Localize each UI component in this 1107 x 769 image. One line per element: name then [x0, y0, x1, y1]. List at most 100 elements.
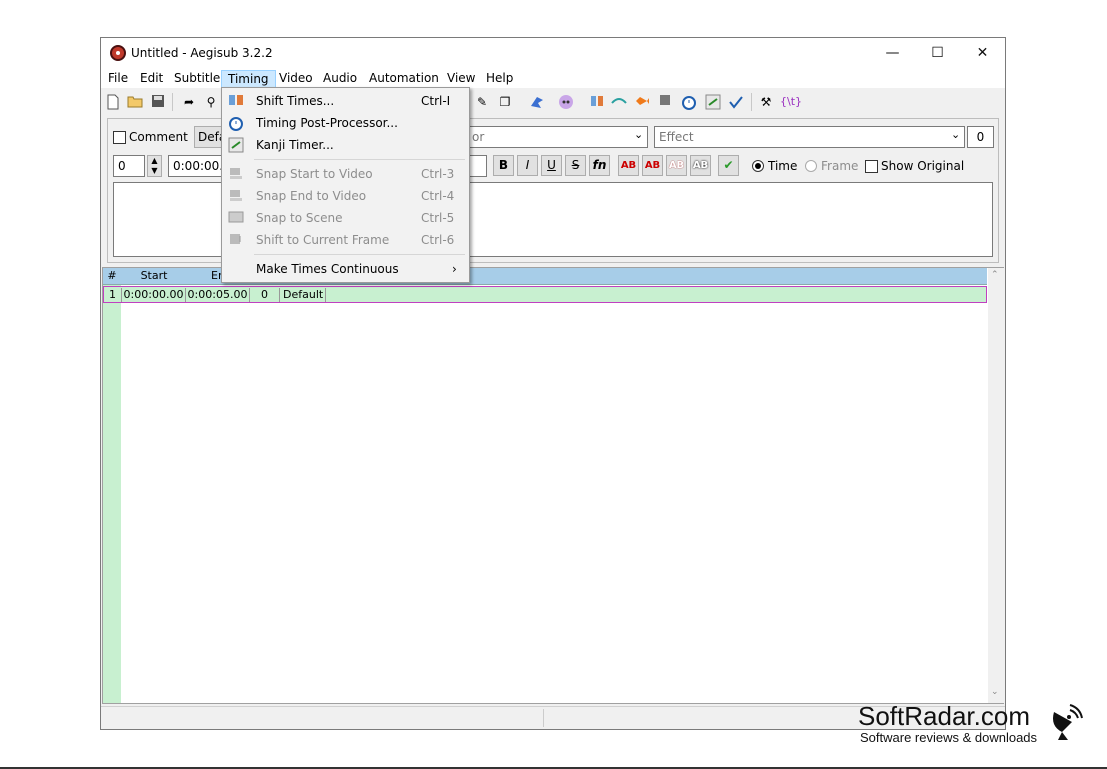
shadow-color-button[interactable]: AB: [690, 155, 711, 176]
scroll-down-icon[interactable]: ⌄: [991, 687, 999, 697]
menu-snap-to-scene[interactable]: Snap to Scene Ctrl-5: [224, 207, 467, 229]
jump-icon[interactable]: ➦: [181, 94, 197, 110]
comment-label: Comment: [129, 130, 188, 144]
menu-shift-times[interactable]: Shift Times... Ctrl-I: [224, 90, 467, 112]
underline-button[interactable]: U: [541, 155, 562, 176]
menu-view[interactable]: View: [441, 70, 481, 88]
menu-shortcut: Ctrl-I: [421, 94, 451, 108]
zoom-icon[interactable]: ⚲: [203, 94, 219, 110]
menu-timing-post-processor[interactable]: Timing Post-Processor...: [224, 112, 467, 134]
table-row[interactable]: 1 0:00:00.00 0:00:05.00 0 Default: [103, 286, 987, 303]
kanji-icon[interactable]: [705, 94, 721, 110]
shift-times-icon: [228, 93, 244, 109]
menu-make-times-continuous[interactable]: Make Times Continuous ›: [224, 258, 467, 280]
menu-label: Kanji Timer...: [256, 138, 334, 152]
save-icon[interactable]: [150, 94, 166, 110]
effect-field[interactable]: Effect: [654, 126, 965, 148]
duration-field[interactable]: [467, 155, 487, 177]
layer-field[interactable]: 0: [113, 155, 145, 177]
anime-face-icon[interactable]: [558, 94, 574, 110]
menu-shortcut: Ctrl-6: [421, 233, 455, 247]
menu-label: Make Times Continuous: [256, 262, 399, 276]
tag-icon[interactable]: {\t}: [780, 94, 802, 110]
commit-check-icon[interactable]: ✔: [718, 155, 739, 176]
bird-icon[interactable]: [529, 94, 545, 110]
frame-label: Frame: [821, 159, 859, 173]
snap-start-icon: [228, 166, 244, 182]
close-button[interactable]: ✕: [960, 38, 1005, 68]
row-start-time: 0:00:00.00: [122, 288, 186, 302]
frame-radio[interactable]: [805, 160, 817, 172]
menu-bar: File Edit Subtitle Timing Video Audio Au…: [101, 68, 1005, 88]
menu-snap-start-to-video[interactable]: Snap Start to Video Ctrl-3: [224, 163, 467, 185]
menu-separator: [254, 254, 465, 255]
menu-separator: [254, 159, 465, 160]
shift-icon[interactable]: [611, 94, 627, 110]
row-number: 1: [104, 288, 122, 302]
strikeout-button[interactable]: S: [565, 155, 586, 176]
menu-help[interactable]: Help: [480, 70, 519, 88]
show-original-checkbox[interactable]: [865, 160, 878, 173]
bold-button[interactable]: B: [493, 155, 514, 176]
menu-edit[interactable]: Edit: [134, 70, 169, 88]
tools-icon[interactable]: ⚒: [758, 94, 774, 110]
menu-subtitle[interactable]: Subtitle: [168, 70, 226, 88]
margin-field[interactable]: 0: [967, 126, 994, 148]
menu-timing[interactable]: Timing: [221, 70, 276, 88]
menu-kanji-timer[interactable]: Kanji Timer...: [224, 134, 467, 156]
timer-icon[interactable]: [681, 94, 697, 110]
start-time-field[interactable]: 0:00:00.00: [168, 155, 224, 177]
layer-spinner[interactable]: ▲ ▼: [147, 155, 162, 177]
shift-frame-icon: [228, 232, 244, 248]
chevron-down-icon[interactable]: ⌄: [634, 128, 643, 141]
snap-scene-icon: [228, 210, 244, 226]
menu-shortcut: Ctrl-5: [421, 211, 455, 225]
menu-label: Timing Post-Processor...: [256, 116, 398, 130]
grid-row-gutter: [103, 285, 121, 703]
toolbar-separator: [751, 93, 752, 111]
show-original-label: Show Original: [881, 159, 965, 173]
row-layer: 0: [250, 288, 280, 302]
comment-checkbox[interactable]: [113, 131, 126, 144]
watermark-title: SoftRadar.com: [858, 701, 1030, 731]
grid-header-number: #: [107, 269, 117, 282]
minimize-button[interactable]: —: [870, 38, 915, 68]
chevron-down-icon[interactable]: ⌄: [951, 128, 960, 141]
split-icon[interactable]: [589, 94, 605, 110]
fish-icon[interactable]: [634, 94, 650, 110]
row-style: Default: [280, 288, 326, 302]
aegisub-logo-icon: [110, 45, 126, 61]
spellcheck-icon[interactable]: [728, 94, 744, 110]
pencil-icon[interactable]: ✎: [474, 94, 490, 110]
status-divider: [543, 709, 544, 727]
menu-video[interactable]: Video: [273, 70, 319, 88]
menu-audio[interactable]: Audio: [317, 70, 363, 88]
menu-file[interactable]: File: [102, 70, 134, 88]
copy-style-icon[interactable]: ❐: [497, 94, 513, 110]
menu-snap-end-to-video[interactable]: Snap End to Video Ctrl-4: [224, 185, 467, 207]
actor-field[interactable]: or: [467, 126, 648, 148]
new-file-icon[interactable]: [105, 94, 121, 110]
stop-icon[interactable]: [657, 94, 673, 110]
menu-shift-to-current-frame[interactable]: Shift to Current Frame Ctrl-6: [224, 229, 467, 251]
kanji-timer-icon: [228, 137, 244, 153]
menu-automation[interactable]: Automation: [363, 70, 445, 88]
time-radio[interactable]: [752, 160, 764, 172]
font-button[interactable]: fn: [589, 155, 610, 176]
menu-label: Shift to Current Frame: [256, 233, 390, 247]
menu-label: Snap to Scene: [256, 211, 343, 225]
primary-color-button[interactable]: AB: [618, 155, 639, 176]
menu-label: Snap End to Video: [256, 189, 367, 203]
subtitle-grid[interactable]: # Start En 1 0:00:00.00 0:00:05.00 0 Def…: [102, 267, 1004, 704]
maximize-button[interactable]: ☐: [915, 38, 960, 68]
grid-header-start: Start: [140, 269, 168, 282]
watermark-subtitle: Software reviews & downloads: [860, 730, 1038, 745]
secondary-color-button[interactable]: AB: [642, 155, 663, 176]
outline-color-button[interactable]: AB: [666, 155, 687, 176]
menu-shortcut: Ctrl-3: [421, 167, 455, 181]
open-folder-icon[interactable]: [127, 94, 143, 110]
menu-label: Shift Times...: [256, 94, 335, 108]
italic-button[interactable]: I: [517, 155, 538, 176]
vertical-scrollbar[interactable]: ⌃ ⌄: [988, 268, 1004, 703]
scroll-up-icon[interactable]: ⌃: [991, 270, 999, 280]
